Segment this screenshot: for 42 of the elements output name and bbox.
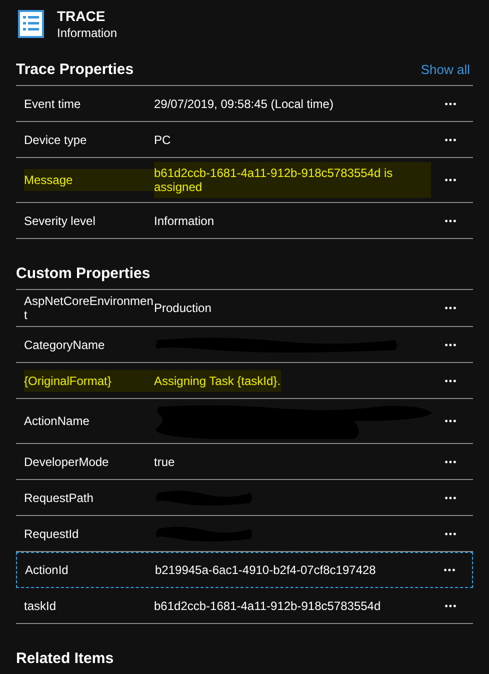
more-button[interactable]: •••: [439, 416, 463, 426]
property-name: Event time: [24, 96, 82, 110]
property-name: Severity level: [24, 214, 96, 228]
section-heading: Custom Properties: [16, 264, 150, 284]
property-value: Production: [154, 301, 212, 315]
property-name: Message: [24, 169, 154, 191]
property-value: 29/07/2019, 09:58:45 (Local time): [154, 96, 334, 110]
property-value: Assigning Task {taskId}.: [154, 370, 281, 392]
more-button[interactable]: •••: [439, 303, 463, 313]
more-button[interactable]: •••: [439, 528, 463, 538]
more-button[interactable]: •••: [439, 134, 463, 144]
more-button[interactable]: •••: [438, 565, 462, 575]
property-name: {OriginalFormat}: [24, 370, 154, 392]
section-heading: Trace Properties: [16, 60, 134, 80]
property-value: b219945a-6ac1-4910-b2f4-07cf8c197428: [155, 563, 376, 577]
property-value: b61d2ccb-1681-4a11-912b-918c5783554d is assigned: [154, 162, 431, 198]
property-value: b61d2ccb-1681-4a11-912b-918c5783554d: [154, 598, 381, 612]
more-button[interactable]: •••: [439, 492, 463, 502]
property-name: CategoryName: [24, 338, 106, 352]
list-icon: [18, 10, 44, 38]
more-button[interactable]: •••: [439, 216, 463, 226]
panel-title: TRACE: [57, 8, 106, 25]
more-button[interactable]: •••: [439, 98, 463, 108]
section-heading: Related Items: [16, 648, 114, 669]
property-value: Information: [154, 214, 214, 228]
more-button[interactable]: •••: [439, 175, 463, 185]
property-name: ActionName: [24, 414, 90, 428]
show-all-link[interactable]: Show all: [420, 60, 473, 80]
more-button[interactable]: •••: [439, 456, 463, 466]
property-name: ActionId: [25, 563, 70, 577]
panel-subtitle: Information: [57, 25, 118, 41]
more-button[interactable]: •••: [439, 600, 463, 610]
property-value: PC: [154, 132, 171, 146]
property-name: RequestId: [24, 526, 80, 540]
property-name: DeveloperMode: [24, 454, 110, 468]
property-value: true: [154, 454, 175, 468]
property-name: AspNetCoreEnvironment: [24, 294, 154, 322]
property-name: RequestPath: [24, 490, 94, 504]
property-name: taskId: [24, 598, 58, 612]
more-button[interactable]: •••: [439, 340, 463, 350]
more-button[interactable]: •••: [439, 376, 463, 386]
property-name: Device type: [24, 132, 88, 146]
